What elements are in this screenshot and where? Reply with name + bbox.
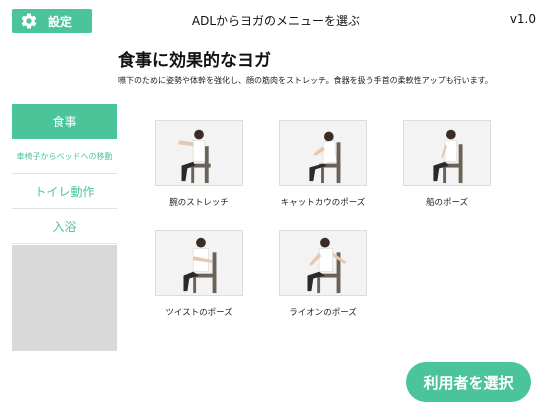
sidebar: 食事 車椅子からベッドへの移動 トイレ動作 入浴: [12, 104, 117, 244]
pose-label: ツイストのポーズ: [165, 308, 233, 318]
version-label: v1.0: [509, 12, 536, 26]
page-description: 嚥下のために姿勢や体幹を強化し、顔の筋肉をストレッチ。食器を扱う手首の柔軟性アッ…: [118, 76, 493, 85]
lion-pose-photo: [279, 230, 367, 296]
sidebar-item-label: トイレ動作: [34, 184, 95, 199]
cat-cow-photo: [279, 120, 367, 186]
pose-card-lion[interactable]: ライオンのポーズ: [279, 230, 367, 318]
sidebar-blank-area: [12, 245, 117, 351]
page-title: 食事に効果的なヨガ: [118, 51, 271, 71]
pose-label: キャットカウのポーズ: [280, 198, 366, 208]
pose-card-twist[interactable]: ツイストのポーズ: [155, 230, 243, 318]
pose-card-arm-stretch[interactable]: 腕のストレッチ: [155, 120, 243, 208]
sidebar-item-eating[interactable]: 食事: [12, 104, 117, 139]
sidebar-item-label: 入浴: [52, 219, 77, 234]
app-title: ADLからヨガのメニューを選ぶ: [191, 14, 361, 28]
select-user-button[interactable]: 利用者を選択: [406, 362, 531, 402]
select-user-label: 利用者を選択: [423, 373, 514, 392]
pose-label: 船のポーズ: [425, 198, 469, 208]
pose-card-cat-cow[interactable]: キャットカウのポーズ: [279, 120, 367, 208]
sidebar-item-label: 車椅子からベッドへの移動: [16, 151, 113, 161]
sidebar-item-label: 食事: [52, 115, 77, 129]
boat-pose-photo: [403, 120, 491, 186]
arm-stretch-photo: [155, 120, 243, 186]
pose-label: ライオンのポーズ: [289, 308, 357, 318]
pose-card-boat[interactable]: 船のポーズ: [403, 120, 491, 208]
sidebar-item-toilet[interactable]: トイレ動作: [12, 174, 117, 209]
sidebar-item-bathing[interactable]: 入浴: [12, 209, 117, 244]
sidebar-item-transfer[interactable]: 車椅子からベッドへの移動: [12, 139, 117, 174]
twist-pose-photo: [155, 230, 243, 296]
pose-label: 腕のストレッチ: [169, 198, 229, 208]
